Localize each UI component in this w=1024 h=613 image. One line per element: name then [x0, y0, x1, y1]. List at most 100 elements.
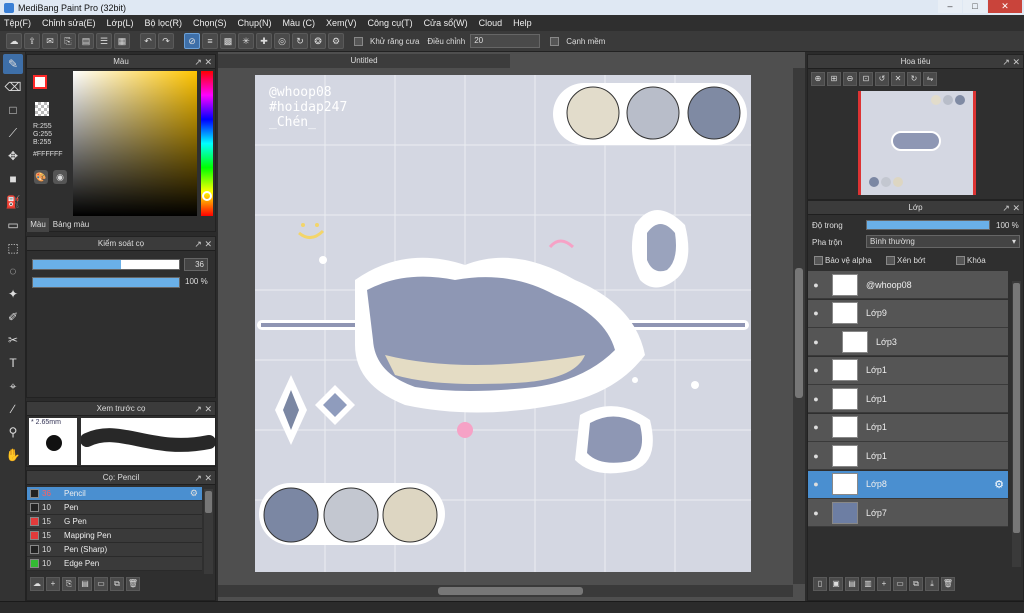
divide-tool-icon[interactable]: ∕ — [3, 399, 23, 419]
minimize-button[interactable]: – — [938, 0, 962, 13]
redo-icon[interactable]: ↷ — [158, 33, 174, 49]
snap-grid-icon[interactable]: ▩ — [220, 33, 236, 49]
eye-icon[interactable]: ● — [808, 422, 824, 432]
menu-filter[interactable]: Bộ lọc(R) — [144, 18, 182, 28]
menu-select[interactable]: Chọn(S) — [193, 18, 227, 28]
snap-radial-icon[interactable]: ✳ — [238, 33, 254, 49]
comment-icon[interactable]: ✉ — [42, 33, 58, 49]
correction-select[interactable]: 20 — [470, 34, 541, 48]
brush-list-scrollbar[interactable] — [204, 489, 213, 574]
panel-close-icon[interactable]: ↗ ✕ — [194, 237, 212, 251]
new-layer-icon[interactable]: ▯ — [813, 577, 827, 591]
menu-snap[interactable]: Chụp(N) — [238, 18, 272, 28]
brush-item[interactable]: 15 G Pen — [27, 515, 202, 529]
maximize-button[interactable]: □ — [963, 0, 987, 13]
layer-row[interactable]: ● Lớp8 ⚙ — [808, 470, 1008, 499]
list-icon[interactable]: ☰ — [96, 33, 112, 49]
snap-curve-icon[interactable]: ↻ — [292, 33, 308, 49]
lasso-tool-icon[interactable]: ◌ — [3, 261, 23, 281]
operation-tool-icon[interactable]: ⌖ — [3, 376, 23, 396]
settings-icon[interactable]: ⚙ — [328, 33, 344, 49]
gradient-tool-icon[interactable]: ▭ — [3, 215, 23, 235]
protect-alpha-checkbox[interactable]: Bảo vệ alpha — [814, 256, 872, 266]
brush-item[interactable]: 15 Mapping Pen — [27, 529, 202, 543]
document-tab[interactable]: Untitled — [218, 54, 510, 68]
menu-window[interactable]: Cửa sổ(W) — [424, 18, 468, 28]
new-8bit-layer-icon[interactable]: ▤ — [845, 577, 859, 591]
panel-close-icon[interactable]: ↗ ✕ — [1002, 201, 1020, 215]
menu-help[interactable]: Help — [513, 18, 532, 28]
upload-icon[interactable]: ⇪ — [24, 33, 40, 49]
eyedropper-tool-icon[interactable]: ⚲ — [3, 422, 23, 442]
panel-close-icon[interactable]: ↗ ✕ — [1002, 55, 1020, 69]
layer-row[interactable]: ● Lớp1 — [808, 413, 1008, 442]
brush-tool-icon[interactable]: ✎ — [3, 54, 23, 74]
layer-opacity-slider[interactable] — [866, 220, 990, 230]
line-tool-icon[interactable]: ⟋ — [3, 123, 23, 143]
eye-icon[interactable]: ● — [808, 337, 824, 347]
brush-size-slider[interactable] — [32, 259, 180, 270]
tab-palette[interactable]: Bảng màu — [51, 218, 91, 232]
saturation-value-picker[interactable] — [73, 71, 197, 216]
layer-row[interactable]: ● Lớp1 — [808, 442, 1008, 470]
panel-close-icon[interactable]: ↗ ✕ — [194, 55, 212, 69]
snap-off-icon[interactable]: ⊘ — [184, 33, 200, 49]
share-icon[interactable]: ⎘ — [60, 33, 76, 49]
color-history-icon[interactable]: ◉ — [53, 170, 67, 184]
bucket-tool-icon[interactable]: ⛽ — [3, 192, 23, 212]
eraser-tool-icon[interactable]: ⌫ — [3, 77, 23, 97]
menu-tools[interactable]: Công cụ(T) — [368, 18, 413, 28]
zoom-out-icon[interactable]: ⊖ — [843, 72, 857, 86]
cloud-download-icon[interactable]: ☁ — [30, 577, 44, 591]
menu-edit[interactable]: Chỉnh sửa(E) — [42, 18, 96, 28]
eye-icon[interactable]: ● — [808, 479, 824, 489]
delete-layer-icon[interactable]: 🗑 — [941, 577, 955, 591]
select-eraser-tool-icon[interactable]: ✂ — [3, 330, 23, 350]
shape-tool-icon[interactable]: □ — [3, 100, 23, 120]
fill-rect-tool-icon[interactable]: ■ — [3, 169, 23, 189]
snap-circle-icon[interactable]: ◎ — [274, 33, 290, 49]
page-icon[interactable]: ▤ — [78, 33, 94, 49]
blend-mode-select[interactable]: Bình thường ▾ — [866, 235, 1020, 248]
new-1bit-layer-icon[interactable]: ▥ — [861, 577, 875, 591]
layer-row[interactable]: ● Lớp3 — [808, 328, 1008, 356]
rotate-right-icon[interactable]: ↻ — [907, 72, 921, 86]
delete-brush-icon[interactable]: 🗑 — [126, 577, 140, 591]
layer-row[interactable]: ● Lớp1 — [808, 356, 1008, 385]
antialias-checkbox[interactable] — [354, 36, 363, 46]
brush-item[interactable]: 36 Pencil ⚙ — [27, 487, 202, 501]
snap-concentric-icon[interactable]: ❂ — [310, 33, 326, 49]
fit-window-icon[interactable]: ✕ — [891, 72, 905, 86]
navigator-preview[interactable] — [858, 91, 976, 195]
layer-row[interactable]: ● Lớp1 — [808, 385, 1008, 413]
copy-icon[interactable]: ⧉ — [110, 577, 124, 591]
eye-icon[interactable]: ● — [808, 394, 824, 404]
panel-close-icon[interactable]: ↗ ✕ — [194, 471, 212, 485]
zoom-in-icon[interactable]: ⊕ — [811, 72, 825, 86]
brush-item[interactable]: 10 Edge Pen — [27, 557, 202, 571]
merge-down-icon[interactable]: ⤓ — [925, 577, 939, 591]
palette-icon[interactable]: 🎨 — [34, 170, 48, 184]
transparent-swatch[interactable] — [35, 102, 49, 116]
undo-icon[interactable]: ↶ — [140, 33, 156, 49]
add-brush-icon[interactable]: + — [46, 577, 60, 591]
folder-icon[interactable]: ▭ — [94, 577, 108, 591]
rotate-left-icon[interactable]: ↺ — [875, 72, 889, 86]
menu-cloud[interactable]: Cloud — [479, 18, 503, 28]
brush-settings-icon[interactable]: ▤ — [78, 577, 92, 591]
lock-checkbox[interactable]: Khóa — [956, 256, 986, 266]
add-layer-menu-icon[interactable]: + — [877, 577, 891, 591]
cloud-icon[interactable]: ☁ — [6, 33, 22, 49]
move-tool-icon[interactable]: ✥ — [3, 146, 23, 166]
duplicate-brush-icon[interactable]: ⎘ — [62, 577, 76, 591]
primary-color-swatch[interactable] — [33, 75, 47, 89]
layer-row[interactable]: ● Lớp7 — [808, 499, 1008, 527]
layers-scrollbar[interactable] — [1012, 281, 1021, 567]
drawing-canvas[interactable]: @whoop08 #hoidap247 _Chén_ — [255, 75, 751, 572]
eye-icon[interactable]: ● — [808, 308, 824, 318]
canvas-vertical-scrollbar[interactable] — [793, 68, 805, 584]
menu-color[interactable]: Màu (C) — [283, 18, 316, 28]
clipping-checkbox[interactable]: Xén bớt — [886, 256, 925, 266]
select-pen-tool-icon[interactable]: ✐ — [3, 307, 23, 327]
brush-opacity-slider[interactable] — [32, 277, 180, 288]
